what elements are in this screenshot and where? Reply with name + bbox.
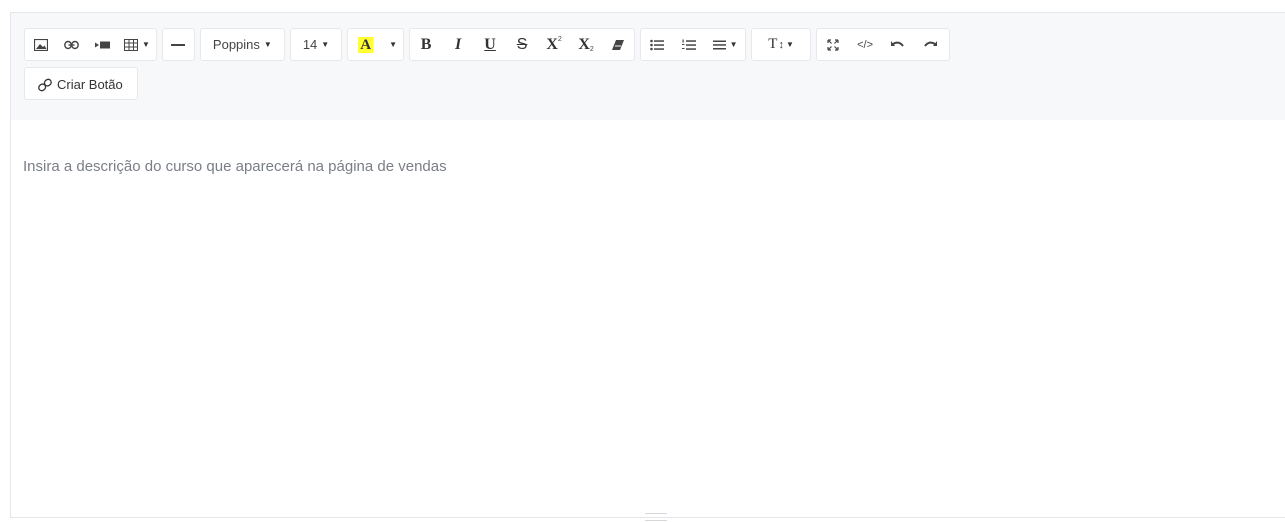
image-icon	[33, 38, 48, 51]
font-family-dropdown[interactable]: Poppins ▼	[201, 29, 284, 60]
caret-down-icon: ▼	[729, 40, 738, 49]
font-family-value: Poppins	[212, 37, 260, 52]
align-left-icon	[712, 40, 726, 49]
underline-button[interactable]: U	[474, 29, 506, 60]
insert-link-button[interactable]	[56, 29, 87, 60]
bold-button[interactable]: B	[410, 29, 442, 60]
clear-format-button[interactable]	[602, 29, 634, 60]
font-size-dropdown[interactable]: 14 ▼	[291, 29, 341, 60]
align-dropdown[interactable]: ▼	[705, 29, 745, 60]
fullscreen-button[interactable]	[817, 29, 849, 60]
insert-video-button[interactable]	[87, 29, 118, 60]
font-family-group: Poppins ▼	[199, 28, 285, 61]
bold-icon: B	[420, 35, 432, 53]
code-icon: </>	[857, 38, 874, 51]
strikethrough-icon: S	[516, 35, 528, 53]
subscript-letter: X	[578, 35, 590, 53]
insert-image-button[interactable]	[25, 29, 56, 60]
caret-down-icon: ▼	[142, 40, 150, 49]
hr-group	[161, 28, 195, 61]
italic-button[interactable]: I	[442, 29, 474, 60]
editor-placeholder: Insira a descrição do curso que aparecer…	[23, 158, 447, 175]
redo-icon	[924, 40, 938, 47]
color-group: A ▼	[347, 28, 405, 61]
superscript-letter: X	[546, 35, 558, 53]
codeview-button[interactable]: </>	[849, 29, 881, 60]
paragraph-group: ▼	[640, 28, 747, 61]
caret-down-icon: ▼	[263, 40, 272, 49]
text-color-dropdown[interactable]: ▼	[383, 29, 403, 60]
line-height-icon: T	[768, 36, 778, 52]
italic-icon: I	[454, 35, 462, 53]
insert-table-button[interactable]: ▼	[118, 29, 156, 60]
redo-button[interactable]	[913, 29, 949, 60]
text-color-icon: A	[358, 36, 374, 53]
eraser-icon	[612, 39, 625, 50]
link-icon	[64, 40, 79, 49]
table-icon	[124, 38, 138, 51]
caret-down-icon: ▼	[389, 40, 398, 49]
view-group: </>	[816, 28, 951, 61]
criar-botao-label: Criar Botão	[57, 77, 123, 92]
underline-icon: U	[484, 35, 496, 53]
numbered-list-icon	[682, 39, 697, 50]
criar-botao-button[interactable]: Criar Botão	[25, 68, 137, 101]
undo-button[interactable]	[881, 29, 913, 60]
font-size-group: 14 ▼	[289, 28, 343, 61]
strikethrough-button[interactable]: S	[506, 29, 538, 60]
caret-down-icon: ▼	[321, 40, 330, 49]
text-color-button[interactable]: A	[348, 29, 383, 60]
subscript-button[interactable]: X 2	[570, 29, 602, 60]
bullet-list-icon	[650, 39, 665, 50]
caret-down-icon: ▼	[785, 40, 794, 49]
editor-content-area[interactable]: Insira a descrição do curso que aparecer…	[11, 120, 1285, 175]
superscript-icon: X 2	[546, 36, 561, 54]
font-style-group: B I U S X 2 X 2	[409, 28, 636, 61]
undo-icon	[891, 40, 904, 47]
subscript-icon: X 2	[578, 36, 593, 54]
rich-text-editor: ▼ Poppins ▼ 14 ▼ A ▼ B I U S X 2 X 2 ▼ T…	[10, 12, 1285, 521]
link-icon	[38, 78, 52, 91]
font-size-value: 14	[302, 37, 318, 52]
fullscreen-icon	[827, 38, 839, 51]
line-height-arrow-icon: ↕	[778, 38, 784, 51]
unordered-list-button[interactable]	[641, 29, 673, 60]
horizontal-rule-button[interactable]	[163, 29, 194, 60]
line-height-dropdown[interactable]: T ↕ ▼	[752, 29, 810, 60]
resize-handle[interactable]	[645, 513, 667, 521]
custom-button-group: Criar Botão	[24, 67, 138, 100]
ordered-list-button[interactable]	[673, 29, 705, 60]
superscript-mark: 2	[557, 35, 562, 43]
subscript-mark: 2	[589, 45, 594, 53]
line-height-group: T ↕ ▼	[751, 28, 812, 61]
superscript-button[interactable]: X 2	[538, 29, 570, 60]
horizontal-rule-icon	[171, 43, 186, 46]
video-icon	[95, 41, 110, 48]
insert-group: ▼	[24, 28, 157, 61]
editor-toolbar: ▼ Poppins ▼ 14 ▼ A ▼ B I U S X 2 X 2 ▼ T…	[11, 13, 1285, 120]
